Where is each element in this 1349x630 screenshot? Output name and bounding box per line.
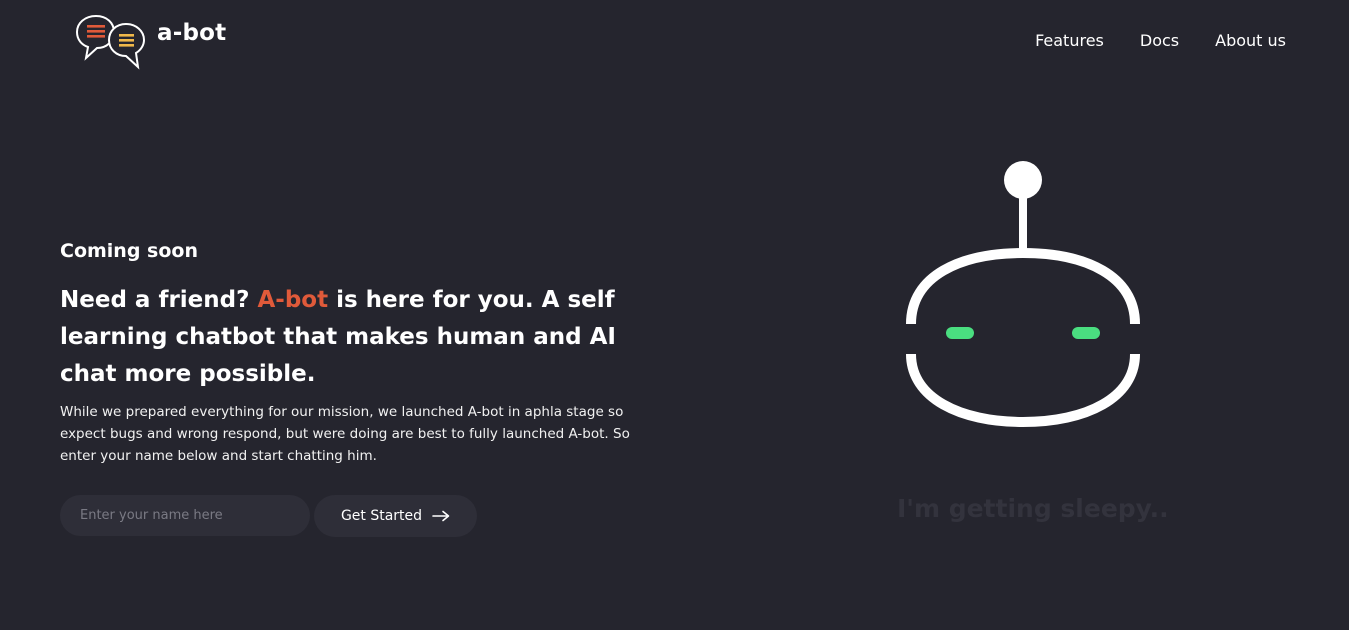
signup-form: Get Started: [60, 495, 477, 537]
robot-face-icon: [906, 161, 1140, 428]
nav-docs-link[interactable]: Docs: [1140, 31, 1179, 50]
coming-soon-label: Coming soon: [60, 240, 198, 262]
brand-logo-link[interactable]: a-bot: [76, 14, 226, 70]
robot-antenna-ball: [1004, 161, 1042, 199]
robot-status-text: I'm getting sleepy..: [897, 494, 1169, 523]
nav-features-link[interactable]: Features: [1035, 31, 1104, 50]
robot-antenna-stem: [1019, 194, 1027, 256]
brand-name: a-bot: [157, 20, 227, 46]
robot-right-eye: [1072, 327, 1100, 339]
headline-accent-brand: A-bot: [257, 287, 329, 313]
robot-head-top: [906, 247, 1140, 325]
get-started-button[interactable]: Get Started: [314, 495, 477, 537]
get-started-label: Get Started: [340, 508, 423, 524]
hero-description: While we prepared everything for our mis…: [60, 404, 630, 464]
hero-headline: Need a friend? A-bot is here for you. A …: [60, 282, 670, 393]
hero-section: Coming soon Need a friend? A-bot is here…: [60, 240, 680, 537]
arrow-right-icon: [432, 510, 450, 522]
robot-head-bottom: [906, 353, 1140, 428]
nav-about-link[interactable]: About us: [1215, 31, 1286, 50]
name-input[interactable]: [60, 495, 310, 536]
main-nav: Features Docs About us: [1035, 31, 1286, 50]
page: a-bot Features Docs About us Coming soon…: [0, 0, 1349, 630]
chat-bubbles-icon: [76, 14, 146, 70]
robot-left-eye: [946, 327, 974, 339]
headline-text-start: Need a friend?: [60, 287, 258, 313]
